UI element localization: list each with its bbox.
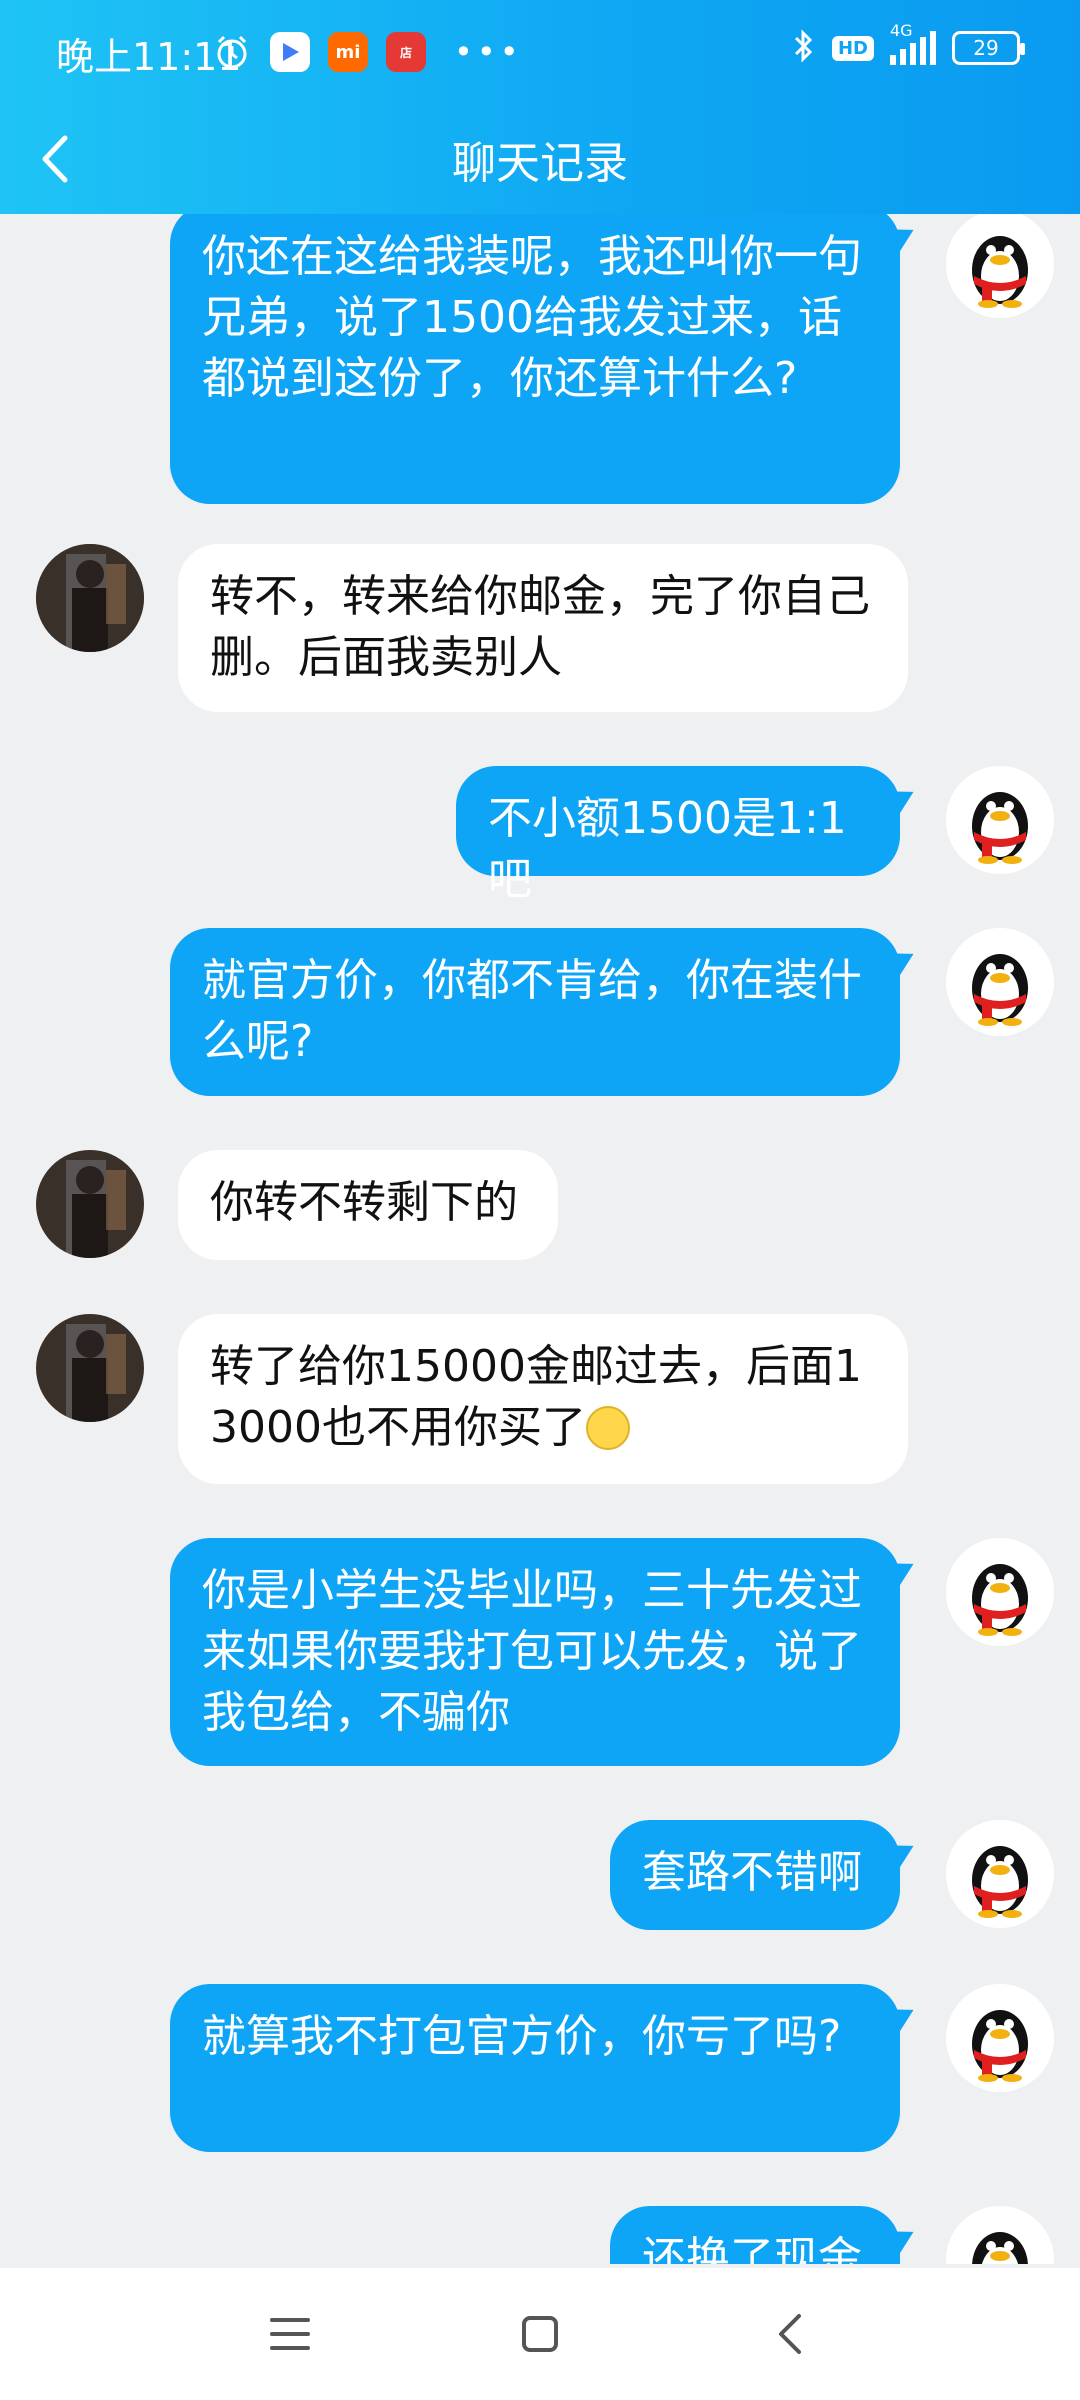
message-bubble[interactable]: 不小额1500是1:1吧 — [456, 766, 900, 905]
message-bubble[interactable]: 就算我不打包官方价，你亏了吗? — [170, 1984, 900, 2152]
signal-icon: 4G — [890, 21, 936, 65]
hd-badge: HD — [831, 35, 874, 61]
chat-history[interactable]: 你还在这给我装呢，我还叫你一句兄弟，说了1500给我发过来，话都说到这份了，你还… — [0, 214, 1080, 2264]
bluetooth-icon — [792, 28, 816, 68]
self-avatar[interactable] — [946, 1984, 1054, 2092]
mi-app-icon: mi — [328, 32, 368, 72]
message-bubble[interactable]: 转了给你15000金邮过去，后面13000也不用你买了 — [178, 1314, 908, 1484]
contact-avatar[interactable] — [36, 1150, 144, 1258]
chevron-left-icon — [779, 2314, 801, 2354]
self-avatar[interactable] — [946, 928, 1054, 1036]
message-bubble[interactable]: 套路不错啊 — [610, 1820, 900, 1930]
play-app-icon — [270, 32, 310, 72]
message-text: 转了给你15000金邮过去，后面13000也不用你买了 — [210, 1341, 862, 1453]
message-bubble[interactable]: 你转不转剩下的 — [178, 1150, 558, 1260]
message-bubble[interactable]: 转不，转来给你邮金，完了你自己删。后面我卖别人 — [178, 544, 908, 712]
battery-level: 29 — [973, 36, 999, 60]
recent-apps-button[interactable] — [260, 2304, 320, 2364]
back-nav-button[interactable] — [760, 2304, 820, 2364]
self-avatar[interactable] — [946, 2206, 1054, 2264]
self-avatar[interactable] — [946, 1538, 1054, 1646]
system-navigation-bar — [0, 2268, 1080, 2400]
self-avatar[interactable] — [946, 1820, 1054, 1928]
page-title: 聊天记录 — [452, 138, 628, 189]
self-avatar[interactable] — [946, 766, 1054, 874]
message-bubble[interactable]: 你是小学生没毕业吗，三十先发过来如果你要我打包可以先发，说了我包给，不骗你 — [170, 1538, 900, 1766]
shop-app-icon: 店 — [386, 32, 426, 72]
status-bar: 晚上11:11 mi 店 ••• HD 4G 29 — [0, 0, 1080, 104]
header: 晚上11:11 mi 店 ••• HD 4G 29 聊天记录 — [0, 0, 1080, 214]
menu-icon — [270, 2318, 310, 2350]
battery-indicator: 29 — [952, 31, 1025, 65]
message-bubble[interactable]: 你还在这给我装呢，我还叫你一句兄弟，说了1500给我发过来，话都说到这份了，你还… — [170, 214, 900, 504]
more-notifications-icon: ••• — [454, 33, 523, 71]
self-avatar[interactable] — [946, 214, 1054, 318]
contact-avatar[interactable] — [36, 1314, 144, 1422]
home-button[interactable] — [510, 2304, 570, 2364]
message-bubble[interactable]: 就官方价，你都不肯给，你在装什么呢? — [170, 928, 900, 1096]
rolling-eyes-emoji-icon — [585, 1406, 630, 1450]
message-bubble[interactable]: 还换了现金 — [610, 2206, 900, 2264]
alarm-icon — [212, 32, 252, 72]
network-type: 4G — [890, 21, 913, 40]
square-icon — [522, 2316, 558, 2352]
contact-avatar[interactable] — [36, 544, 144, 652]
